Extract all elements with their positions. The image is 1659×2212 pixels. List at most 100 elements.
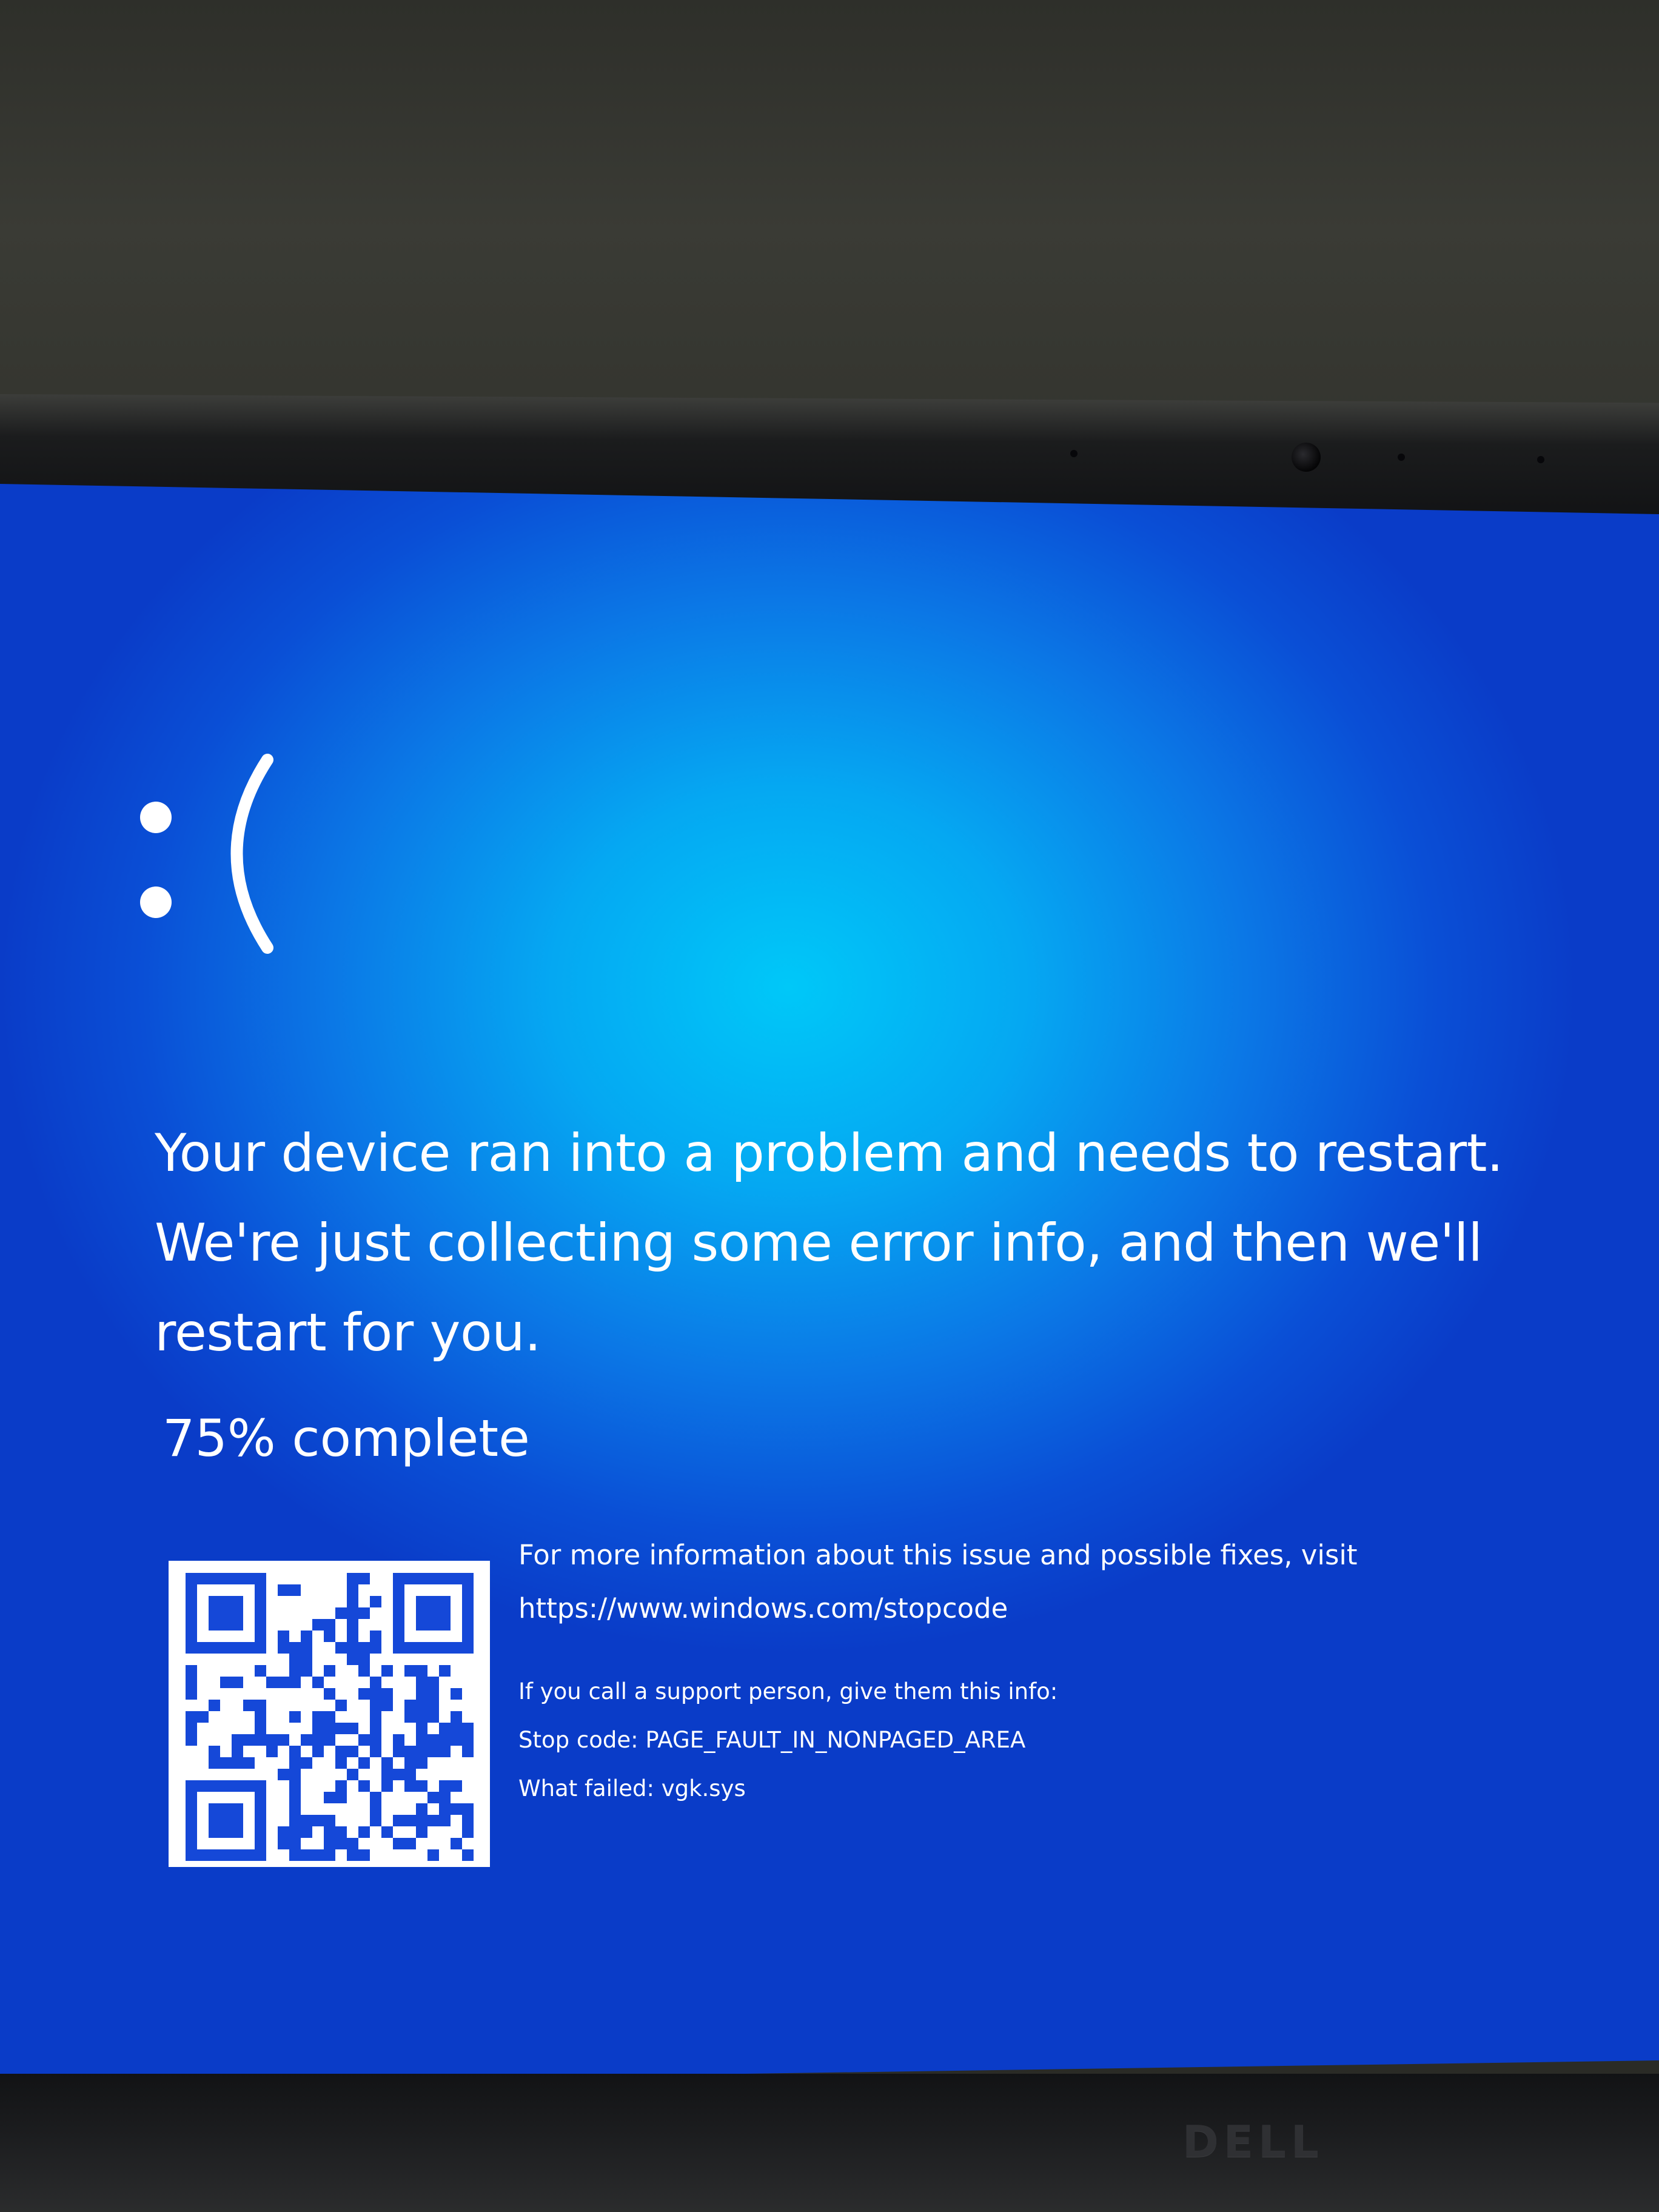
qr-module — [404, 1757, 416, 1769]
qr-module — [370, 1688, 381, 1700]
qr-module — [324, 1631, 335, 1642]
qr-module — [278, 1642, 289, 1654]
qr-module — [347, 1631, 358, 1642]
qr-module — [220, 1677, 232, 1688]
qr-module — [209, 1803, 220, 1815]
sad-face-eye-top — [140, 802, 172, 833]
qr-module — [324, 1711, 335, 1723]
qr-module — [232, 1757, 243, 1769]
qr-module — [255, 1826, 266, 1838]
qr-module — [335, 1792, 347, 1803]
qr-module — [232, 1780, 243, 1792]
qr-module — [186, 1826, 197, 1838]
qr-module — [312, 1711, 324, 1723]
qr-module — [427, 1607, 439, 1619]
qr-module — [416, 1665, 427, 1677]
qr-module — [404, 1746, 416, 1757]
qr-module — [220, 1849, 232, 1861]
error-message-line-3: restart for you. — [155, 1302, 541, 1363]
qr-module — [393, 1734, 404, 1746]
qr-module — [358, 1688, 370, 1700]
qr-module — [324, 1826, 335, 1838]
qr-module — [370, 1723, 381, 1734]
qr-module — [186, 1734, 197, 1746]
qr-module — [255, 1665, 266, 1677]
qr-module — [186, 1607, 197, 1619]
qr-module — [220, 1757, 232, 1769]
qr-module — [232, 1642, 243, 1654]
qr-module — [462, 1584, 474, 1596]
qr-module — [220, 1619, 232, 1631]
qr-module — [358, 1665, 370, 1677]
qr-module — [347, 1838, 358, 1849]
qr-module — [312, 1746, 324, 1757]
qr-module — [289, 1792, 301, 1803]
qr-module — [451, 1803, 462, 1815]
qr-module — [289, 1711, 301, 1723]
qr-module — [370, 1596, 381, 1607]
qr-module — [301, 1642, 312, 1654]
qr-module — [416, 1607, 427, 1619]
qr-module — [347, 1769, 358, 1780]
qr-module — [462, 1734, 474, 1746]
qr-module — [255, 1607, 266, 1619]
qr-module — [347, 1619, 358, 1631]
qr-module — [209, 1700, 220, 1711]
qr-module — [301, 1631, 312, 1642]
qr-module — [439, 1723, 451, 1734]
qr-module — [255, 1838, 266, 1849]
qr-module — [289, 1654, 301, 1665]
qr-module — [381, 1688, 393, 1700]
qr-module — [278, 1584, 289, 1596]
qr-module — [451, 1723, 462, 1734]
qr-module — [209, 1849, 220, 1861]
qr-module — [462, 1642, 474, 1654]
qr-module — [232, 1803, 243, 1815]
qr-module — [243, 1700, 255, 1711]
qr-module — [209, 1573, 220, 1584]
qr-module — [312, 1677, 324, 1688]
qr-module — [416, 1642, 427, 1654]
qr-module — [220, 1780, 232, 1792]
qr-module — [381, 1769, 393, 1780]
qr-module — [381, 1700, 393, 1711]
qr-module — [278, 1838, 289, 1849]
qr-module — [255, 1849, 266, 1861]
qr-module — [347, 1723, 358, 1734]
qr-module — [370, 1803, 381, 1815]
qr-module — [462, 1631, 474, 1642]
qr-module — [404, 1642, 416, 1654]
qr-module — [186, 1815, 197, 1826]
qr-module — [301, 1654, 312, 1665]
qr-module — [393, 1642, 404, 1654]
qr-module — [312, 1619, 324, 1631]
qr-module — [255, 1803, 266, 1815]
qr-module — [416, 1711, 427, 1723]
qr-module — [358, 1757, 370, 1769]
sensor-dot-right — [1398, 454, 1405, 461]
qr-code — [169, 1561, 490, 1867]
qr-module — [243, 1642, 255, 1654]
qr-module — [289, 1665, 301, 1677]
qr-module — [370, 1642, 381, 1654]
qr-module — [335, 1723, 347, 1734]
qr-module — [266, 1746, 278, 1757]
qr-module — [462, 1746, 474, 1757]
qr-module — [404, 1700, 416, 1711]
qr-module — [416, 1734, 427, 1746]
qr-module — [358, 1826, 370, 1838]
qr-module — [232, 1746, 243, 1757]
qr-module — [370, 1734, 381, 1746]
qr-module — [347, 1746, 358, 1757]
qr-module — [427, 1688, 439, 1700]
qr-module — [439, 1607, 451, 1619]
qr-module — [393, 1573, 404, 1584]
qr-module — [220, 1803, 232, 1815]
sad-face-eye-bottom — [140, 886, 172, 918]
qr-module — [404, 1838, 416, 1849]
qr-module — [243, 1573, 255, 1584]
qr-module — [370, 1677, 381, 1688]
qr-module — [266, 1734, 278, 1746]
support-text: If you call a support person, give them … — [518, 1678, 1058, 1704]
qr-module — [255, 1711, 266, 1723]
